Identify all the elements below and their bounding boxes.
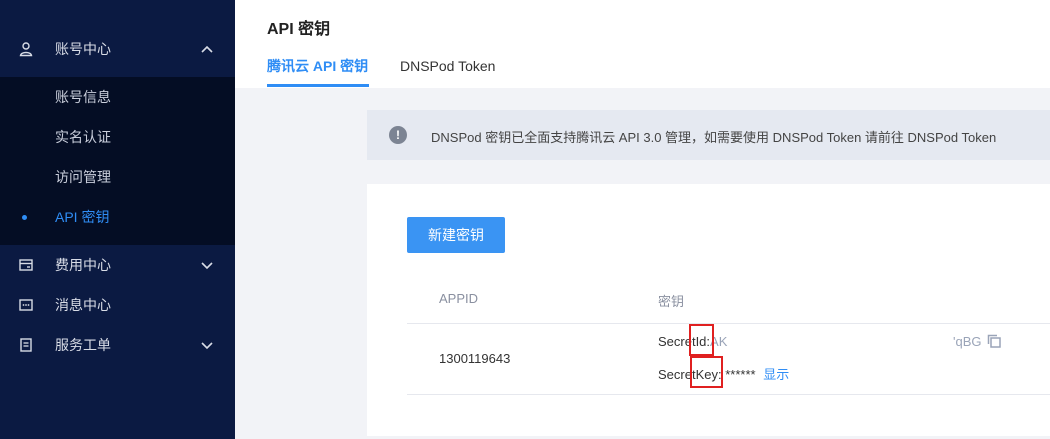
sidebar: 账号中心 账号信息 实名认证 访问管理 API 密钥 费用中心 消息中心 服务工…: [0, 0, 235, 439]
chevron-up-icon: [201, 45, 213, 53]
page-header: API 密钥 腾讯云 API 密钥 DNSPod Token: [235, 0, 1050, 88]
account-submenu: 账号信息 实名认证 访问管理 API 密钥: [0, 77, 235, 245]
info-icon: !: [389, 126, 407, 144]
nav-group-label: 费用中心: [55, 257, 111, 273]
sidebar-item-api-keys[interactable]: API 密钥: [0, 197, 235, 237]
nav-group-messages[interactable]: 消息中心: [0, 285, 235, 325]
column-header-key: 密钥: [658, 294, 685, 309]
tab-tencent-api-keys[interactable]: 腾讯云 API 密钥: [267, 57, 368, 75]
tab-dnspod-token[interactable]: DNSPod Token: [400, 57, 495, 75]
sidebar-item-account-info[interactable]: 账号信息: [0, 77, 235, 117]
active-tab-indicator: [267, 84, 369, 87]
column-header-appid: APPID: [439, 291, 479, 306]
highlight-box: [690, 356, 723, 388]
table-divider: [407, 323, 1050, 324]
user-icon: [19, 42, 33, 57]
copy-icon[interactable]: [987, 334, 1001, 348]
notice-text: DNSPod 密钥已全面支持腾讯云 API 3.0 管理，如需要使用 DNSPo…: [431, 130, 997, 145]
show-secret-link[interactable]: 显示: [763, 367, 789, 382]
nav-group-label: 账号中心: [55, 41, 111, 57]
notice-banner: ! DNSPod 密钥已全面支持腾讯云 API 3.0 管理，如需要使用 DNS…: [367, 110, 1050, 160]
nav-group-account[interactable]: 账号中心: [0, 29, 235, 69]
active-dot-icon: [22, 215, 27, 220]
chevron-down-icon: [201, 342, 213, 350]
sidebar-item-label: 实名认证: [55, 129, 111, 145]
secret-id-tail: 'qBG: [953, 334, 982, 349]
nav-group-tickets[interactable]: 服务工单: [0, 325, 235, 365]
wallet-icon: [19, 259, 33, 271]
message-icon: [19, 299, 33, 311]
sidebar-item-label: 账号信息: [55, 89, 111, 105]
sidebar-item-access-management[interactable]: 访问管理: [0, 157, 235, 197]
create-key-button[interactable]: 新建密钥: [407, 217, 505, 253]
sidebar-item-label: 访问管理: [55, 169, 111, 185]
secret-key-line: SecretKey: ****** 显示: [658, 364, 789, 383]
nav-group-label: 服务工单: [55, 337, 111, 353]
highlight-box: [689, 324, 714, 356]
table-divider: [407, 394, 1050, 395]
sidebar-item-real-name[interactable]: 实名认证: [0, 117, 235, 157]
secret-key-value: ******: [725, 367, 756, 382]
api-key-card: 新建密钥 APPID 密钥 1300119643 SecretId:AK 'qB…: [367, 184, 1050, 436]
page-title: API 密钥: [267, 21, 331, 38]
nav-group-label: 消息中心: [55, 297, 111, 313]
chevron-down-icon: [201, 262, 213, 270]
nav-group-billing[interactable]: 费用中心: [0, 245, 235, 285]
appid-value: 1300119643: [439, 351, 511, 366]
ticket-icon: [20, 338, 32, 352]
sidebar-item-label: API 密钥: [55, 209, 110, 225]
